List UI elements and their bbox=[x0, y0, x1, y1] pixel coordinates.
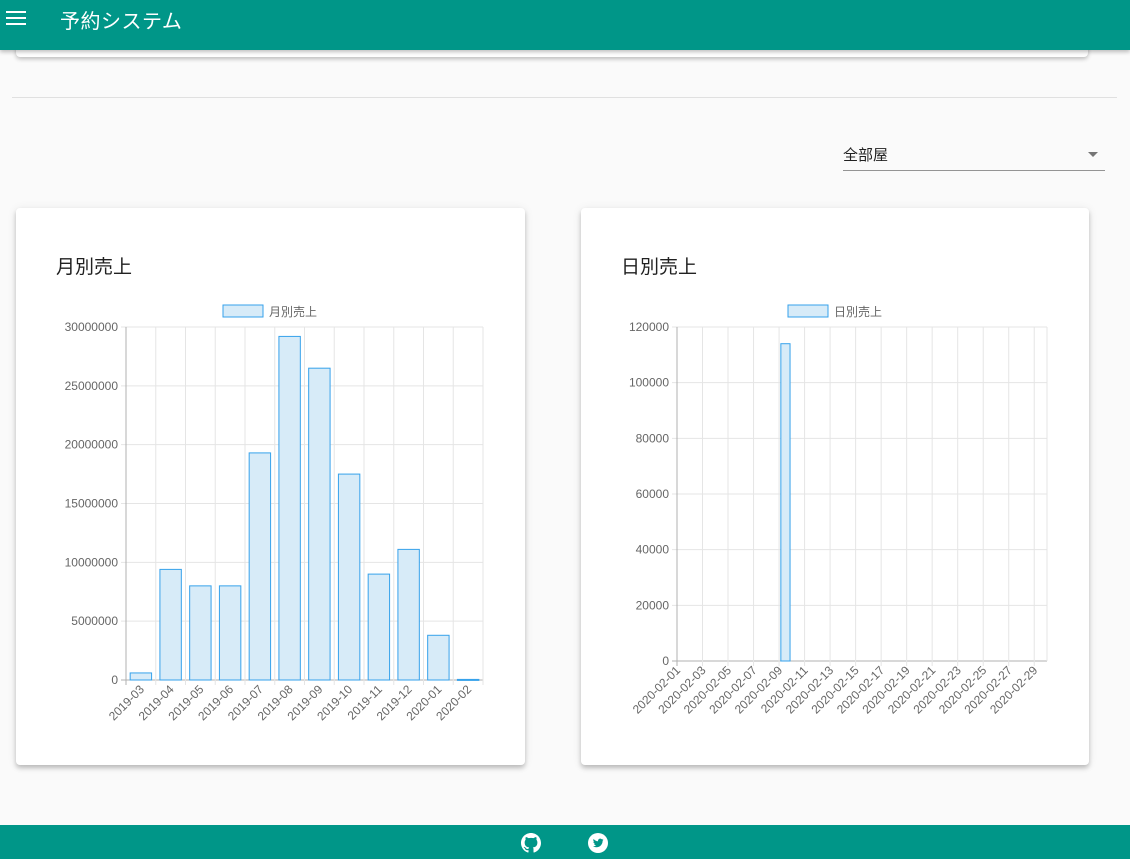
y-tick-label: 15000000 bbox=[65, 497, 119, 511]
legend-swatch bbox=[222, 304, 264, 318]
y-tick-label: 25000000 bbox=[65, 379, 119, 393]
daily-sales-chart: 0200004000060000800001000001200002020-02… bbox=[629, 304, 1048, 717]
bar bbox=[159, 568, 182, 681]
bar bbox=[218, 585, 242, 681]
app-bar: 予約システム bbox=[0, 0, 1130, 50]
app-title: 予約システム bbox=[60, 9, 183, 33]
y-tick-label: 80000 bbox=[636, 431, 670, 445]
legend-label: 月別売上 bbox=[269, 304, 317, 319]
bar bbox=[780, 343, 791, 662]
bar bbox=[337, 473, 361, 681]
monthly-sales-card: 月別売上 0 5000000 10000000 15000000 20000000 250… bbox=[16, 208, 525, 765]
y-tick-label: 40000 bbox=[636, 543, 670, 557]
bar bbox=[129, 672, 153, 681]
y-tick-label: 5000000 bbox=[71, 614, 118, 628]
bar bbox=[278, 335, 301, 681]
y-tick-label: 20000000 bbox=[65, 438, 119, 452]
bar bbox=[189, 585, 212, 681]
y-tick-label: 60000 bbox=[636, 487, 670, 501]
bar bbox=[367, 573, 391, 681]
room-select[interactable]: 全部屋 bbox=[843, 140, 1105, 171]
divider bbox=[12, 97, 1117, 98]
bar bbox=[397, 548, 420, 681]
footer bbox=[0, 825, 1130, 859]
y-tick-label: 120000 bbox=[629, 320, 669, 334]
y-tick-label: 30000000 bbox=[65, 320, 119, 334]
y-tick-label: 10000000 bbox=[65, 555, 119, 569]
dropdown-caret-icon bbox=[1088, 152, 1098, 157]
bar bbox=[456, 678, 480, 681]
bar bbox=[308, 367, 331, 681]
y-tick-label: 20000 bbox=[636, 598, 670, 612]
legend-label: 日別売上 bbox=[834, 304, 882, 319]
monthly-sales-chart: 0 5000000 10000000 15000000 20000000 25000000… bbox=[65, 304, 484, 723]
y-tick-label: 0 bbox=[111, 673, 118, 687]
github-icon[interactable] bbox=[521, 833, 541, 853]
room-select-value: 全部屋 bbox=[843, 146, 889, 164]
twitter-icon[interactable] bbox=[588, 833, 608, 853]
y-tick-label: 0 bbox=[662, 654, 669, 668]
daily-sales-card: 日別売上 0 20000 40000 60000 80000 100000 120000 20… bbox=[581, 208, 1089, 765]
bar bbox=[248, 452, 272, 681]
y-tick-label: 100000 bbox=[629, 376, 669, 390]
hamburger-menu-icon[interactable] bbox=[6, 10, 28, 28]
legend-swatch bbox=[787, 304, 829, 318]
bar bbox=[427, 634, 450, 681]
